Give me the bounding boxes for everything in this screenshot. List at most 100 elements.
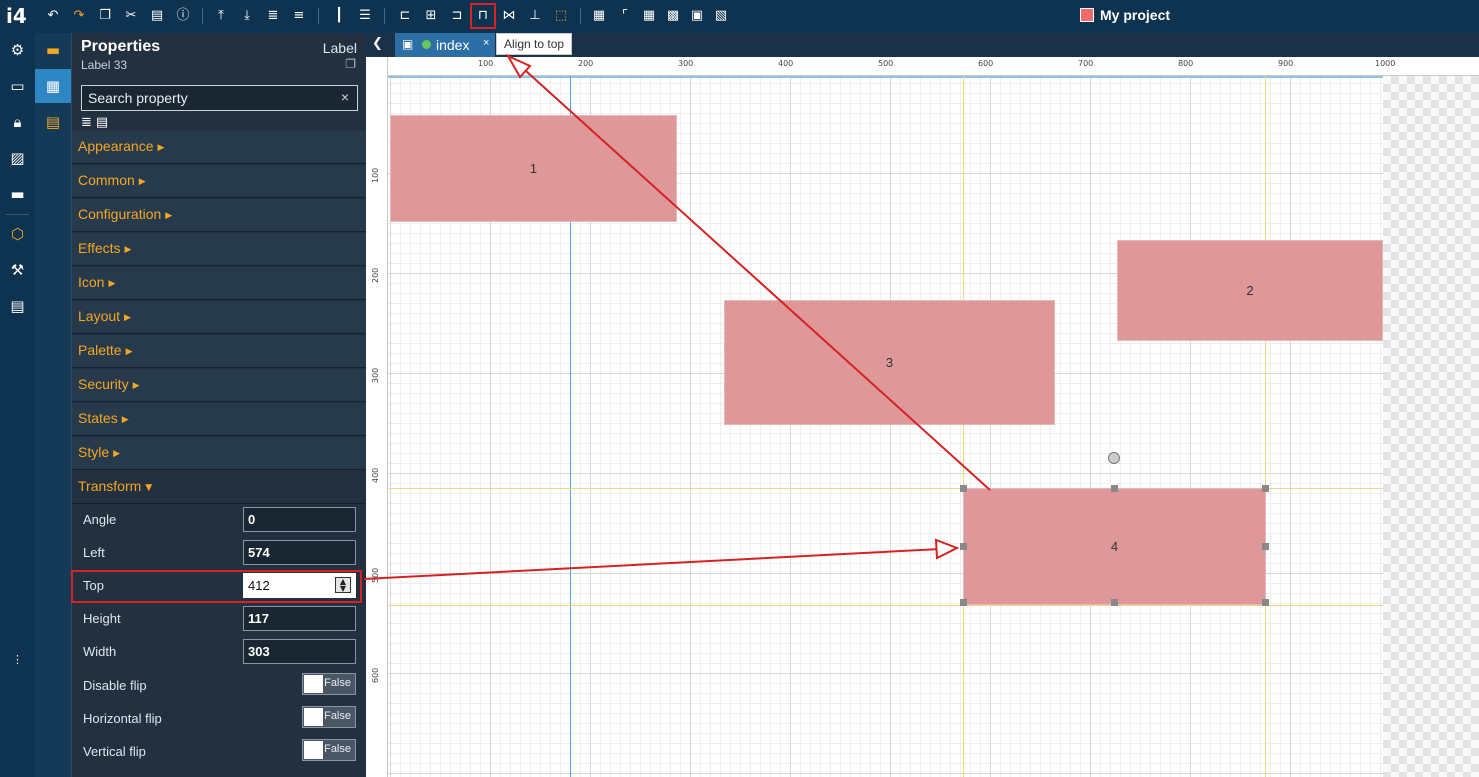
prop-disable-flip: Disable flip False bbox=[72, 670, 366, 703]
vertical-flip-toggle[interactable]: False bbox=[302, 739, 356, 761]
image-icon[interactable]: ▧ bbox=[712, 7, 730, 25]
category-style[interactable]: Style ▶ bbox=[72, 437, 366, 470]
pattern-icon[interactable]: ▣ bbox=[688, 7, 706, 25]
category-effects[interactable]: Effects ▶ bbox=[72, 233, 366, 266]
collapse-panel-icon[interactable]: ❮ bbox=[372, 36, 383, 51]
align-right-icon[interactable]: ⊐ bbox=[448, 7, 466, 25]
properties-tab-icon[interactable]: ▦ bbox=[35, 69, 71, 103]
archive-icon[interactable]: ▤ bbox=[0, 289, 35, 323]
caret-right-icon: ▶ bbox=[108, 279, 116, 289]
send-backward-icon[interactable]: ⤓ bbox=[238, 7, 256, 25]
top-input[interactable]: 412 ▲ ▼ bbox=[243, 573, 356, 598]
resize-handle[interactable] bbox=[960, 599, 967, 606]
panel-title: Properties bbox=[81, 38, 161, 55]
caret-right-icon: ▶ bbox=[132, 381, 140, 391]
undo-icon[interactable]: ↶ bbox=[44, 7, 62, 25]
copy-icon[interactable]: ❐ bbox=[345, 57, 356, 71]
spinner-icon[interactable]: ▲ ▼ bbox=[335, 577, 351, 593]
resize-handle[interactable] bbox=[960, 485, 967, 492]
category-configuration[interactable]: Configuration ▶ bbox=[72, 199, 366, 232]
vertical-ruler: 100 200 300 400 500 600 bbox=[366, 57, 388, 777]
align-center-icon[interactable]: ⊞ bbox=[422, 7, 440, 25]
label-2[interactable]: 2 bbox=[1117, 240, 1383, 341]
notebook-icon[interactable]: ▤ bbox=[35, 105, 71, 139]
caret-right-icon: ▶ bbox=[157, 143, 165, 153]
horizontal-ruler: 100 200 300 400 500 600 700 800 900 1000 bbox=[371, 57, 1479, 76]
printer-icon[interactable]: ▬ bbox=[0, 177, 35, 211]
category-icon[interactable]: Icon ▶ bbox=[72, 267, 366, 300]
caret-right-icon: ▶ bbox=[124, 245, 132, 255]
left-input[interactable]: 574 bbox=[243, 540, 356, 565]
top-toolbar: i4 ↶ ↷ ❐ ✂ ▤ ⓘ ⤒ ⤓ ≣ ≡ ┃ ☰ ⊏ ⊞ ⊐ ⊓ ⋈ ⊥ ⬚… bbox=[0, 0, 1479, 33]
align-bottom-icon[interactable]: ⊥ bbox=[526, 7, 544, 25]
height-input[interactable]: 117 bbox=[243, 606, 356, 631]
settings-gear-icon[interactable]: ⚙ bbox=[0, 33, 35, 67]
category-common[interactable]: Common ▶ bbox=[72, 165, 366, 198]
lock-icon[interactable]: 🔒︎ bbox=[0, 105, 35, 139]
select-frame-icon[interactable]: ⬚ bbox=[552, 7, 570, 25]
align-middle-icon[interactable]: ⋈ bbox=[500, 7, 518, 25]
category-states[interactable]: States ▶ bbox=[72, 403, 366, 436]
page-icon: ▣ bbox=[402, 37, 414, 51]
rotate-handle[interactable] bbox=[1108, 452, 1120, 464]
align-top-icon[interactable]: ⊓ bbox=[470, 3, 496, 29]
label-3[interactable]: 3 bbox=[724, 300, 1055, 425]
image-edit-icon[interactable]: ▨ bbox=[0, 141, 35, 175]
prop-left: Left 574 bbox=[72, 537, 366, 570]
search-property-input[interactable]: Search property × bbox=[81, 85, 358, 111]
close-tab-icon[interactable]: × bbox=[483, 37, 489, 49]
copy-icon[interactable]: ❐ bbox=[96, 7, 114, 25]
package-icon[interactable]: ⬡ bbox=[0, 217, 35, 251]
paste-icon[interactable]: ▤ bbox=[148, 7, 166, 25]
toolbox-icon[interactable]: ▬ bbox=[35, 33, 71, 67]
tab-index[interactable]: ▣ index × bbox=[395, 33, 495, 57]
category-appearance[interactable]: Appearance ▶ bbox=[72, 131, 366, 164]
caret-right-icon: ▶ bbox=[138, 177, 146, 187]
page-view-icon[interactable]: ▤ bbox=[96, 115, 112, 130]
dashboard-icon[interactable]: ▭ bbox=[0, 69, 35, 103]
align-left-icon[interactable]: ⊏ bbox=[396, 7, 414, 25]
category-security[interactable]: Security ▶ bbox=[72, 369, 366, 402]
resize-handle[interactable] bbox=[1262, 599, 1269, 606]
bring-to-front-icon[interactable]: ≣ bbox=[264, 7, 282, 25]
panel-tabs: ▬ ▦ ▤ bbox=[35, 33, 71, 777]
prop-height: Height 117 bbox=[72, 603, 366, 636]
resize-handle[interactable] bbox=[1111, 485, 1118, 492]
more-icon[interactable]: ⋮ bbox=[0, 643, 35, 677]
disable-flip-toggle[interactable]: False bbox=[302, 673, 356, 695]
table-icon[interactable]: ▦ bbox=[640, 7, 658, 25]
app-logo: i4 bbox=[6, 4, 27, 28]
resize-handle[interactable] bbox=[960, 543, 967, 550]
element-type: Label bbox=[322, 40, 357, 56]
config-icon[interactable]: ⚒ bbox=[0, 253, 35, 287]
resize-handle[interactable] bbox=[1262, 485, 1269, 492]
width-input[interactable]: 303 bbox=[243, 639, 356, 664]
project-title: My project bbox=[1080, 7, 1170, 23]
category-transform[interactable]: Transform ▼ bbox=[72, 471, 366, 504]
ruler-icon[interactable]: ⌜ bbox=[616, 7, 634, 25]
cut-icon[interactable]: ✂ bbox=[122, 7, 140, 25]
table-alt-icon[interactable]: ▩ bbox=[664, 7, 682, 25]
guide-line bbox=[388, 605, 1383, 606]
distribute-vertical-icon[interactable]: ☰ bbox=[356, 7, 374, 25]
left-rail: ⚙ ▭ 🔒︎ ▨ ▬ ⬡ ⚒ ▤ ⋮ bbox=[0, 33, 35, 777]
send-to-back-icon[interactable]: ≡ bbox=[290, 7, 308, 25]
clear-search-icon[interactable]: × bbox=[341, 89, 349, 105]
category-layout[interactable]: Layout ▶ bbox=[72, 301, 366, 334]
label-1[interactable]: 1 bbox=[390, 115, 677, 222]
bring-forward-icon[interactable]: ⤒ bbox=[212, 7, 230, 25]
category-palette[interactable]: Palette ▶ bbox=[72, 335, 366, 368]
angle-input[interactable]: 0 bbox=[243, 507, 356, 532]
redo-icon[interactable]: ↷ bbox=[70, 7, 88, 25]
resize-handle[interactable] bbox=[1111, 599, 1118, 606]
status-dot bbox=[422, 40, 431, 49]
grid-icon[interactable]: ▦ bbox=[590, 7, 608, 25]
distribute-horizontal-icon[interactable]: ┃ bbox=[330, 7, 348, 25]
label-4-selected[interactable]: 4 bbox=[963, 488, 1266, 605]
design-canvas[interactable]: 1 2 3 4 bbox=[388, 76, 1479, 777]
resize-handle[interactable] bbox=[1262, 543, 1269, 550]
list-view-icon[interactable]: ≣ bbox=[81, 115, 96, 130]
info-icon[interactable]: ⓘ bbox=[174, 7, 192, 25]
caret-right-icon: ▶ bbox=[113, 449, 121, 459]
horizontal-flip-toggle[interactable]: False bbox=[302, 706, 356, 728]
